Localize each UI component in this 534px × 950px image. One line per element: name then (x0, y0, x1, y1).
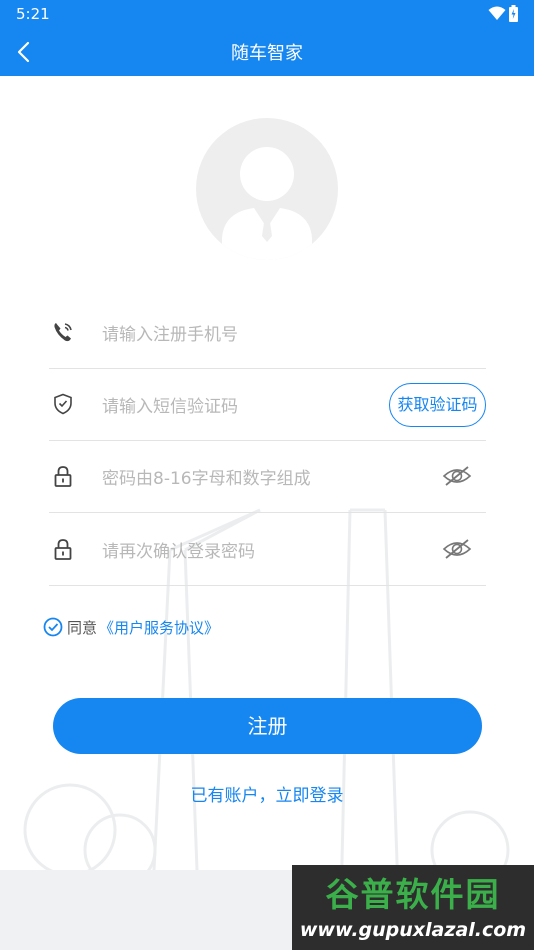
confirm-password-input[interactable]: 请再次确认登录密码 (102, 537, 255, 562)
login-link[interactable]: 已有账户，立即登录 (0, 781, 534, 806)
page-title: 随车智家 (231, 43, 303, 64)
service-agreement-link[interactable]: 《用户服务协议》 (99, 617, 219, 638)
wifi-icon (488, 6, 506, 20)
password-field[interactable]: 密码由8-16字母和数字组成 (49, 440, 486, 513)
password-input[interactable]: 密码由8-16字母和数字组成 (102, 464, 311, 489)
confirm-password-field[interactable]: 请再次确认登录密码 (49, 513, 486, 586)
register-button[interactable]: 注册 (53, 698, 482, 754)
eye-off-icon[interactable] (442, 464, 472, 488)
lock-icon (54, 539, 72, 560)
lock-icon (54, 466, 72, 487)
avatar[interactable] (196, 118, 338, 260)
phone-input[interactable]: 请输入注册手机号 (102, 320, 238, 345)
user-avatar-icon (222, 147, 312, 260)
watermark-brand: 谷普软件园 (325, 875, 501, 914)
agreement-label: 同意 (67, 619, 98, 637)
get-code-button[interactable]: 获取验证码 (389, 383, 486, 427)
sms-code-input[interactable]: 请输入短信验证码 (102, 392, 238, 417)
app-bar: 随车智家 (0, 28, 534, 76)
battery-icon (509, 5, 518, 22)
phone-field[interactable]: 请输入注册手机号 (49, 296, 486, 369)
shield-icon (54, 393, 72, 415)
checkbox-checked-icon[interactable] (43, 617, 63, 637)
eye-off-icon[interactable] (442, 537, 472, 561)
watermark-url: www.gupuxlazal.com (299, 919, 527, 941)
status-bar: 5:21 (0, 0, 534, 28)
phone-icon (54, 323, 72, 342)
site-watermark: 谷普软件园 www.gupuxlazal.com (292, 865, 534, 950)
status-time: 5:21 (16, 5, 50, 23)
sms-code-field[interactable]: 请输入短信验证码 获取验证码 (49, 368, 486, 441)
